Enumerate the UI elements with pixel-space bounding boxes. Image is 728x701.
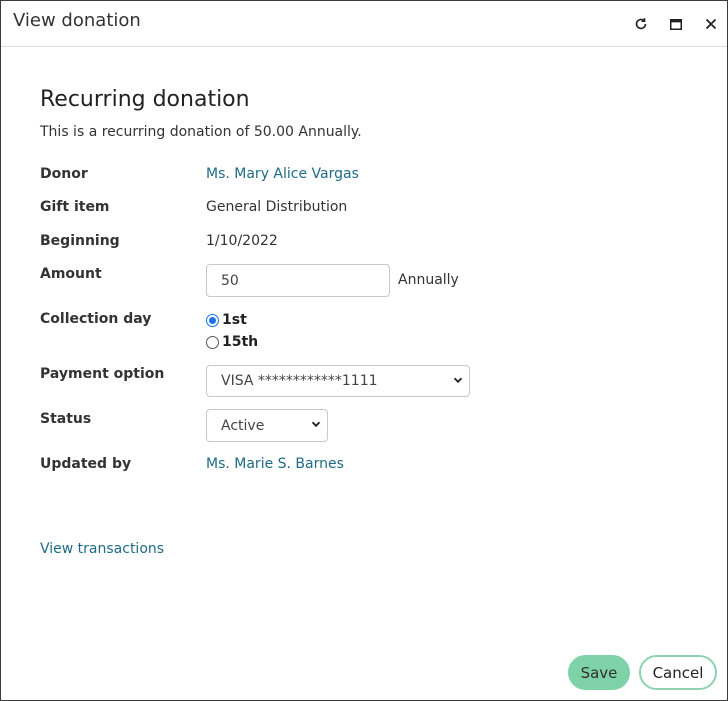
radio-label-1st: 1st [222,312,247,328]
updated-by-link[interactable]: Ms. Marie S. Barnes [206,456,344,472]
close-icon[interactable] [700,13,722,35]
page-heading: Recurring donation [40,87,250,112]
beginning-value: 1/10/2022 [206,233,278,249]
payment-option-value: VISA ************1111 [221,373,378,389]
amount-frequency: Annually [398,272,459,288]
dialog-title: View donation [13,10,141,31]
status-value: Active [221,417,265,434]
collection-day-label: Collection day [40,311,152,327]
donor-label: Donor [40,166,88,182]
collection-day-option-15th[interactable]: 15th [206,334,258,350]
gift-item-label: Gift item [40,199,110,215]
maximize-icon[interactable] [665,13,687,35]
save-button[interactable]: Save [568,655,630,690]
view-donation-dialog: View donation Recurring donation This is… [0,0,728,701]
status-select[interactable]: Active [206,409,328,442]
status-label: Status [40,411,92,427]
refresh-icon[interactable] [630,13,652,35]
view-transactions-link[interactable]: View transactions [40,541,164,557]
chevron-down-icon [453,377,463,384]
payment-option-select[interactable]: VISA ************1111 [206,365,470,397]
amount-input[interactable] [206,264,390,297]
radio-label-15th: 15th [222,334,259,350]
updated-by-label: Updated by [40,456,132,472]
gift-item-value: General Distribution [206,199,348,215]
donor-link[interactable]: Ms. Mary Alice Vargas [206,166,359,182]
chevron-down-icon [311,421,321,428]
donation-summary: This is a recurring donation of 50.00 An… [40,124,362,140]
radio-button-unchecked[interactable] [206,335,219,349]
beginning-label: Beginning [40,233,120,249]
collection-day-option-1st[interactable]: 1st [206,312,247,328]
radio-button-checked[interactable] [206,313,219,327]
cancel-button[interactable]: Cancel [639,655,717,690]
payment-option-label: Payment option [40,366,165,382]
title-bar: View donation [1,1,727,47]
amount-label: Amount [40,266,102,282]
